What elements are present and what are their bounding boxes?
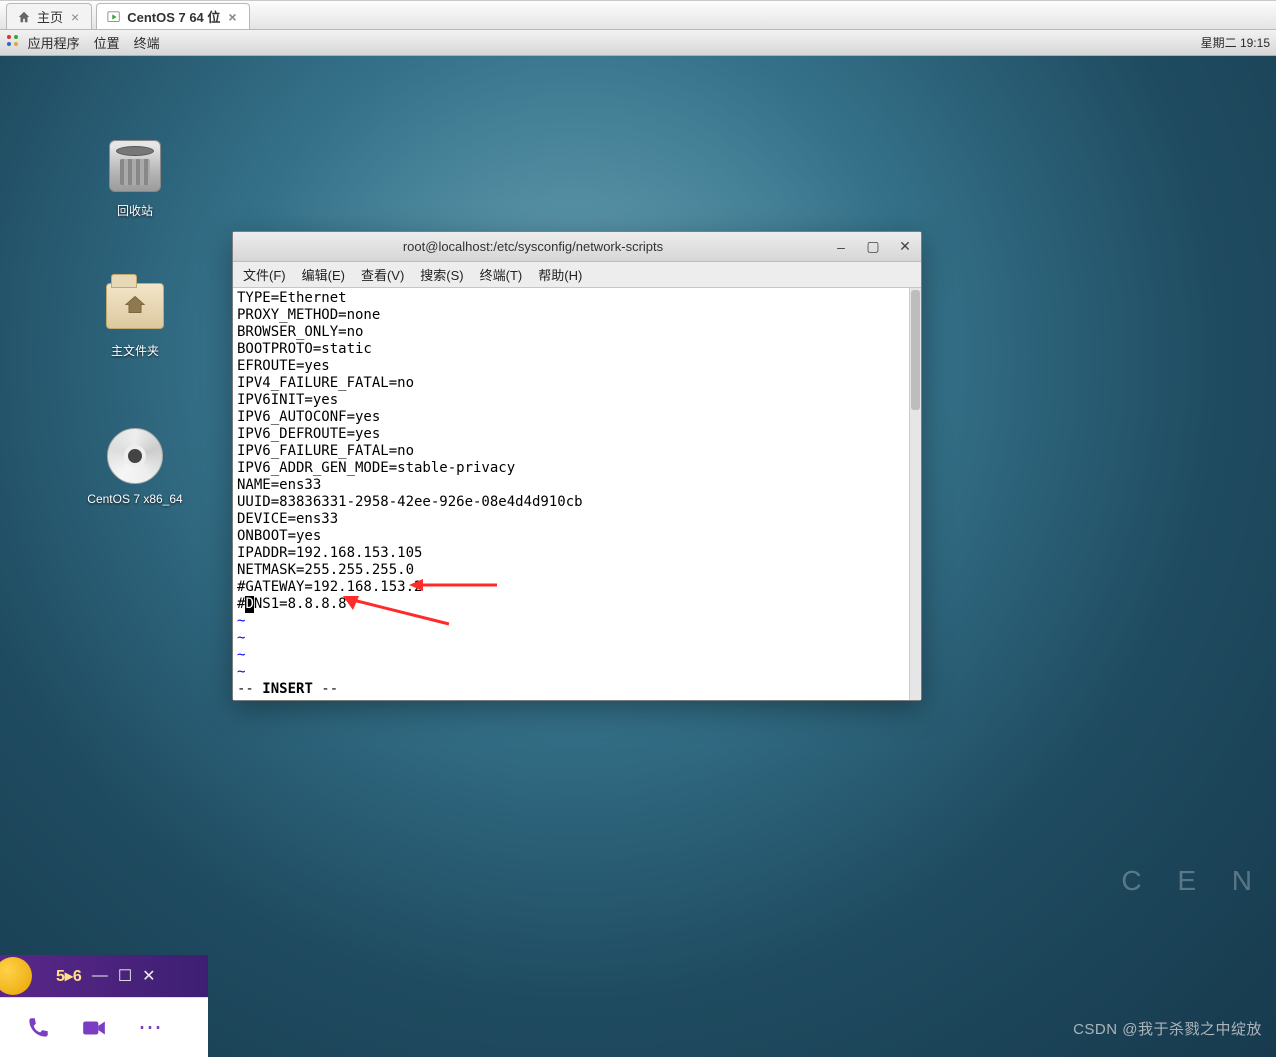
vim-line: BOOTPROTO=static	[237, 341, 917, 358]
menu-file[interactable]: 文件(F)	[243, 265, 286, 284]
vim-line: IPV6_AUTOCONF=yes	[237, 409, 917, 426]
vim-tilde: ~	[237, 664, 917, 681]
vim-line: DEVICE=ens33	[237, 511, 917, 528]
menu-search[interactable]: 搜索(S)	[420, 265, 463, 284]
vim-line: BROWSER_ONLY=no	[237, 324, 917, 341]
vim-tilde: ~	[237, 630, 917, 647]
disc-icon	[107, 428, 163, 484]
vim-line: #DNS1=8.8.8.8	[237, 596, 917, 613]
tab-vm-label: CentOS 7 64 位	[127, 7, 220, 26]
applications-menu[interactable]: 应用程序	[6, 33, 80, 52]
trash-can-icon	[109, 140, 161, 192]
vim-line: IPADDR=192.168.153.105	[237, 545, 917, 562]
maximize-button[interactable]: ▢	[860, 236, 886, 258]
vim-line: IPV4_FAILURE_FATAL=no	[237, 375, 917, 392]
desktop[interactable]: 回收站 主文件夹 CentOS 7 x86_64 root@localhost:…	[0, 56, 1276, 1057]
vim-tilde: ~	[237, 613, 917, 630]
vim-line: IPV6INIT=yes	[237, 392, 917, 409]
phone-icon[interactable]	[24, 1014, 52, 1042]
terminal-scrollbar[interactable]	[909, 288, 921, 700]
game-level: 5▸6	[56, 966, 82, 986]
csdn-watermark: CSDN @我于杀戮之中绽放	[1073, 1018, 1262, 1039]
vim-line: EFROUTE=yes	[237, 358, 917, 375]
terminal-titlebar[interactable]: root@localhost:/etc/sysconfig/network-sc…	[233, 232, 921, 262]
menu-terminal[interactable]: 终端(T)	[480, 265, 523, 284]
vim-line: IPV6_FAILURE_FATAL=no	[237, 443, 917, 460]
terminal-body[interactable]: TYPE=Ethernet PROXY_METHOD=none BROWSER_…	[233, 288, 921, 700]
vim-line: IPV6_ADDR_GEN_MODE=stable-privacy	[237, 460, 917, 477]
cd-label: CentOS 7 x86_64	[80, 492, 190, 506]
bottom-bar: ⋯	[0, 997, 208, 1057]
game-logo-icon	[0, 957, 32, 995]
vim-line: TYPE=Ethernet	[237, 290, 917, 307]
places-menu[interactable]: 位置	[94, 33, 120, 52]
home-icon	[17, 10, 31, 24]
terminal-menu[interactable]: 终端	[134, 33, 160, 52]
vim-line: #GATEWAY=192.168.153.2	[237, 579, 917, 596]
close-button[interactable]: ✕	[892, 236, 918, 258]
vim-line: ONBOOT=yes	[237, 528, 917, 545]
tab-home-label: 主页	[37, 7, 63, 26]
game-widget[interactable]: 5▸6 — ☐ ✕	[0, 955, 208, 997]
vim-line: NAME=ens33	[237, 477, 917, 494]
widget-close[interactable]: ✕	[142, 966, 155, 986]
folder-icon	[106, 283, 164, 329]
centos-watermark: C E N	[1121, 865, 1266, 897]
clock[interactable]: 星期二 19:15	[1201, 34, 1270, 51]
home-folder-icon[interactable]: 主文件夹	[80, 276, 190, 359]
home-folder-label: 主文件夹	[80, 342, 190, 359]
vim-line: IPV6_DEFROUTE=yes	[237, 426, 917, 443]
terminal-window: root@localhost:/etc/sysconfig/network-sc…	[232, 231, 922, 701]
tab-home[interactable]: 主页 ×	[6, 3, 92, 29]
play-icon	[107, 10, 121, 24]
trash-label: 回收站	[80, 202, 190, 219]
vim-cursor: D	[245, 596, 253, 613]
vim-line: UUID=83836331-2958-42ee-926e-08e4d4d910c…	[237, 494, 917, 511]
vim-tilde: ~	[237, 647, 917, 664]
apps-icon	[6, 34, 20, 48]
vim-line: NETMASK=255.255.255.0	[237, 562, 917, 579]
cd-icon[interactable]: CentOS 7 x86_64	[80, 426, 190, 506]
gnome-top-bar: 应用程序 位置 终端 星期二 19:15	[0, 30, 1276, 56]
trash-icon[interactable]: 回收站	[80, 136, 190, 219]
tab-vm[interactable]: CentOS 7 64 位 ×	[96, 3, 249, 29]
terminal-title: root@localhost:/etc/sysconfig/network-sc…	[241, 239, 825, 254]
menu-view[interactable]: 查看(V)	[361, 265, 404, 284]
house-icon	[124, 295, 146, 318]
close-icon[interactable]: ×	[226, 9, 238, 25]
more-icon[interactable]: ⋯	[136, 1014, 164, 1042]
menu-edit[interactable]: 编辑(E)	[302, 265, 345, 284]
vim-line: PROXY_METHOD=none	[237, 307, 917, 324]
close-icon[interactable]: ×	[69, 9, 81, 25]
terminal-menubar: 文件(F) 编辑(E) 查看(V) 搜索(S) 终端(T) 帮助(H)	[233, 262, 921, 288]
widget-minimize[interactable]: —	[92, 967, 108, 985]
menu-help[interactable]: 帮助(H)	[538, 265, 582, 284]
scrollbar-thumb[interactable]	[911, 290, 920, 410]
video-icon[interactable]	[80, 1014, 108, 1042]
widget-maximize[interactable]: ☐	[118, 966, 132, 986]
vim-mode: -- INSERT --	[237, 681, 917, 698]
minimize-button[interactable]: –	[828, 236, 854, 258]
host-tab-strip: 主页 × CentOS 7 64 位 ×	[0, 0, 1276, 30]
